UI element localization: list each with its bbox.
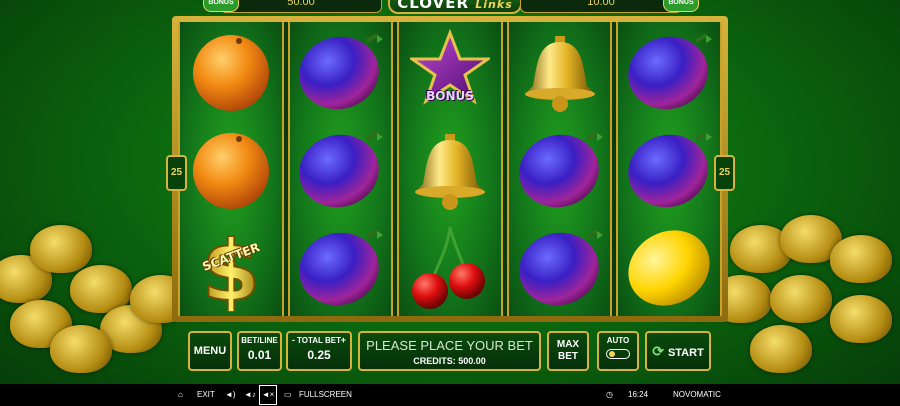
logo-main: CLOVER	[397, 0, 470, 12]
start-button[interactable]: ⟳ START	[645, 331, 711, 371]
reel-grid: $ SCATTER BONUS	[178, 22, 722, 316]
left-jackpot-value: 50.00	[287, 0, 315, 8]
music-icon[interactable]: ◄♪	[244, 384, 256, 406]
control-bar: MENU BET/LINE 0.01 TOTAL BET 0.25 - + PL…	[180, 331, 725, 373]
menu-button[interactable]: MENU	[188, 331, 232, 371]
auto-play-toggle[interactable]: AUTO	[597, 331, 639, 371]
bonus-label: BONUS	[426, 88, 474, 103]
brand-logo: NOVOMATIC	[673, 390, 721, 399]
bell-symbol	[399, 120, 501, 218]
max-bet-line2: BET	[558, 351, 578, 362]
bet-line-label: BET/LINE	[241, 336, 278, 345]
bonus-star-symbol: BONUS	[399, 22, 501, 120]
reel-4	[506, 22, 613, 316]
clock-icon: ◷	[606, 390, 613, 399]
exit-link[interactable]: EXIT	[197, 384, 215, 406]
reel-2	[287, 22, 394, 316]
credits-display: CREDITS: 500.00	[413, 356, 486, 366]
reel-3: BONUS	[397, 22, 503, 316]
time-display: 16:24	[628, 390, 649, 399]
total-bet-box: TOTAL BET 0.25 - +	[286, 331, 352, 371]
spin-icon: ⟳	[652, 343, 664, 359]
max-bet-line1: MAX	[556, 339, 580, 350]
orange-symbol	[180, 120, 282, 218]
right-jackpot-panel: 10.00 BONUS	[520, 0, 699, 13]
fullscreen-icon[interactable]: ▭	[284, 384, 292, 406]
sound-settings-icon[interactable]: ◄)	[225, 384, 236, 406]
reel-5	[616, 22, 722, 316]
left-clover-decoration	[0, 205, 192, 380]
plum-symbol	[509, 120, 611, 218]
cherry-symbol	[399, 218, 501, 316]
scatter-symbol: $ SCATTER	[180, 218, 282, 316]
system-bar: ⌂ EXIT ◄) ◄♪ ◄× ▭ FULLSCREEN ◷ 16:24 NOV…	[0, 384, 900, 406]
reel-frame: $ SCATTER BONUS	[172, 16, 728, 322]
total-bet-minus-button[interactable]: -	[292, 335, 295, 345]
logo-sub: Links	[475, 0, 513, 11]
message-panel: PLEASE PLACE YOUR BET CREDITS: 500.00	[358, 331, 541, 371]
total-bet-plus-button[interactable]: +	[341, 335, 346, 345]
plum-symbol	[618, 120, 720, 218]
auto-label: AUTO	[606, 336, 630, 345]
right-jackpot-value: 10.00	[587, 0, 615, 8]
bell-symbol	[509, 22, 611, 120]
mute-icon[interactable]: ◄×	[259, 385, 277, 405]
left-jackpot-panel: BONUS 50.00	[203, 0, 382, 13]
status-message: PLEASE PLACE YOUR BET	[366, 338, 533, 353]
bet-line-value: 0.01	[247, 348, 272, 362]
plum-symbol	[509, 218, 611, 316]
orange-symbol	[180, 22, 282, 120]
right-bonus-badge: BONUS	[663, 0, 699, 12]
line-count-right: 25	[714, 155, 735, 191]
plum-symbol	[618, 22, 720, 120]
home-icon[interactable]: ⌂	[178, 384, 183, 406]
start-label: START	[667, 347, 704, 359]
plum-symbol	[290, 120, 392, 218]
fullscreen-link[interactable]: FULLSCREEN	[299, 384, 352, 406]
plum-symbol	[290, 22, 392, 120]
bet-line-box[interactable]: BET/LINE 0.01	[237, 331, 282, 371]
lemon-symbol	[618, 218, 720, 316]
plum-symbol	[290, 218, 392, 316]
total-bet-value: 0.25	[307, 348, 331, 362]
line-count-left: 25	[166, 155, 187, 191]
auto-switch	[606, 349, 630, 359]
right-clover-decoration	[710, 205, 900, 380]
max-bet-button[interactable]: MAX BET	[547, 331, 589, 371]
game-logo: CLOVER Links	[388, 0, 522, 14]
reel-1: $ SCATTER	[178, 22, 284, 316]
